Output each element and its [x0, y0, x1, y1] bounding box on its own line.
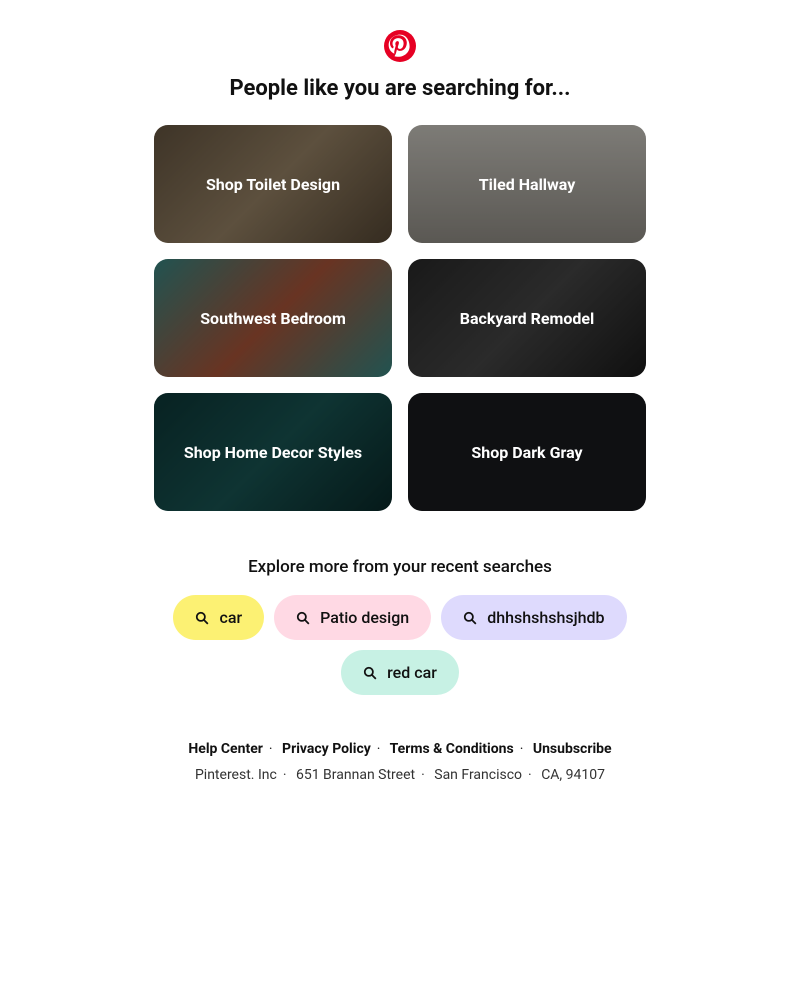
suggestion-tile[interactable]: Southwest Bedroom [154, 259, 392, 377]
footer-link-help[interactable]: Help Center [188, 741, 263, 757]
footer-link-privacy[interactable]: Privacy Policy [282, 741, 371, 757]
recent-search-pills: car Patio design dhhshshshsjhdb red car [140, 595, 660, 695]
recent-search-pill[interactable]: dhhshshshsjhdb [441, 595, 626, 640]
suggestion-tile[interactable]: Tiled Hallway [408, 125, 646, 243]
pill-label: dhhshshshsjhdb [487, 608, 604, 627]
suggestion-tile[interactable]: Shop Dark Gray [408, 393, 646, 511]
pill-label: car [219, 608, 242, 627]
search-icon [463, 611, 477, 625]
tile-label: Shop Home Decor Styles [170, 443, 376, 462]
section-heading: People like you are searching for... [229, 76, 570, 101]
tile-label: Southwest Bedroom [186, 309, 360, 328]
footer-address: Pinterest. Inc· 651 Brannan Street· San … [188, 767, 611, 783]
email-footer: Help Center· Privacy Policy· Terms & Con… [188, 741, 611, 783]
search-icon [296, 611, 310, 625]
tile-label: Backyard Remodel [446, 309, 609, 328]
recent-search-pill[interactable]: car [173, 595, 264, 640]
search-icon [363, 666, 377, 680]
search-suggestion-tiles: Shop Toilet Design Tiled Hallway Southwe… [154, 125, 646, 511]
recent-search-pill[interactable]: red car [341, 650, 459, 695]
recent-search-pill[interactable]: Patio design [274, 595, 431, 640]
footer-link-unsubscribe[interactable]: Unsubscribe [533, 741, 612, 757]
tile-label: Shop Toilet Design [192, 175, 354, 194]
search-icon [195, 611, 209, 625]
tile-label: Shop Dark Gray [457, 443, 596, 462]
footer-link-terms[interactable]: Terms & Conditions [390, 741, 514, 757]
suggestion-tile[interactable]: Shop Home Decor Styles [154, 393, 392, 511]
footer-links: Help Center· Privacy Policy· Terms & Con… [188, 741, 611, 757]
pinterest-logo-icon [384, 30, 416, 62]
pill-label: red car [387, 663, 437, 682]
pill-label: Patio design [320, 608, 409, 627]
suggestion-tile[interactable]: Backyard Remodel [408, 259, 646, 377]
subsection-heading: Explore more from your recent searches [248, 557, 552, 577]
tile-label: Tiled Hallway [465, 175, 590, 194]
suggestion-tile[interactable]: Shop Toilet Design [154, 125, 392, 243]
